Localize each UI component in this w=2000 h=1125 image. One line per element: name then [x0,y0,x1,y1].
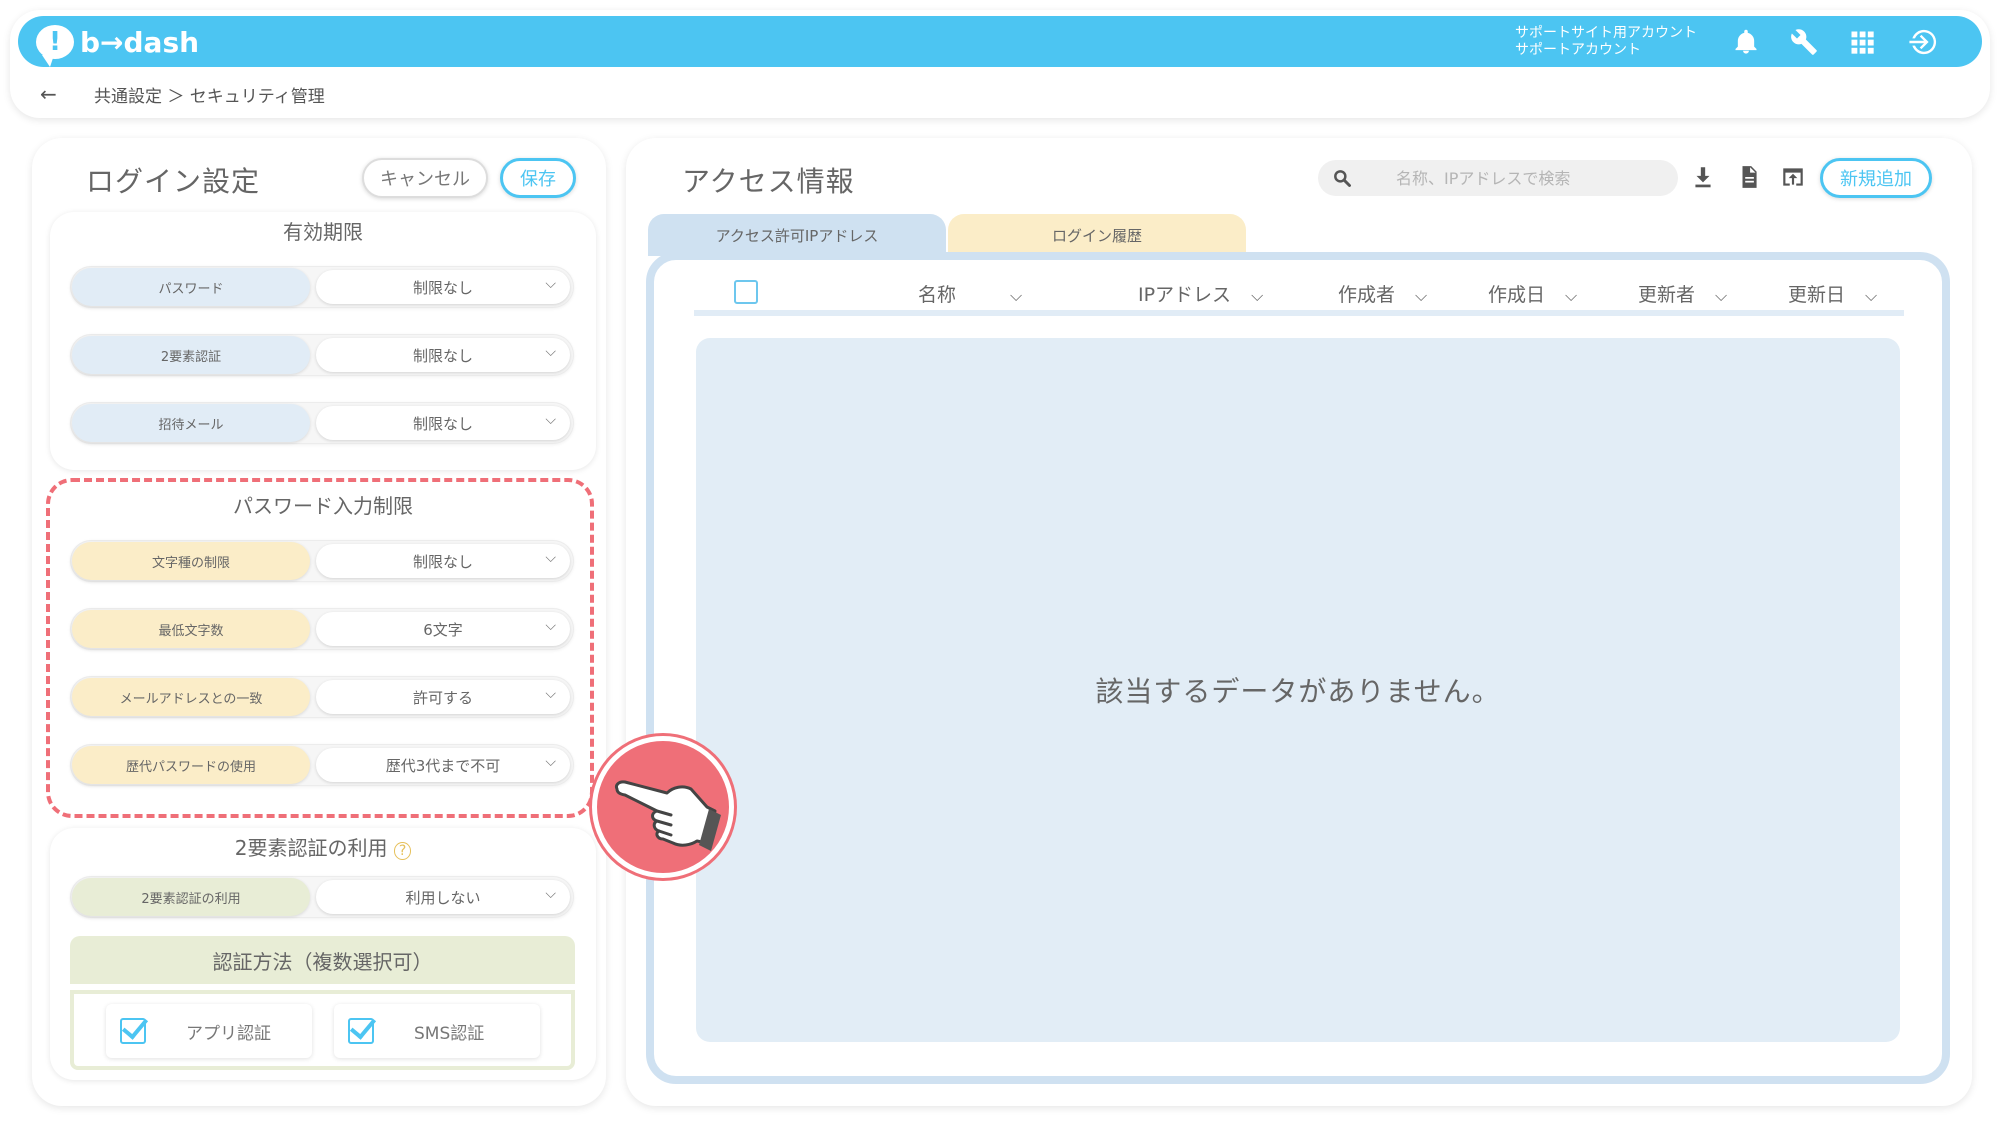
chevron-down-icon: ⌵ [545,276,556,292]
app-auth-checkbox[interactable]: アプリ認証 [106,1004,312,1058]
tab-allowed-ip[interactable]: アクセス許可IPアドレス [648,214,946,256]
account-line-2: サポートアカウント [1515,42,1641,58]
expiry-2fa-select[interactable]: 制限なし ⌵ [316,338,570,372]
table-header: 名称 ⌵ IPアドレス ⌵ 作成者 ⌵ 作成日 ⌵ 更新者 ⌵ 更新日 ⌵ [694,270,1904,316]
cancel-button[interactable]: キャンセル [362,158,488,198]
password-history-row: 歴代パスワードの使用 歴代3代まで不可 ⌵ [70,744,574,786]
min-length-row: 最低文字数 6文字 ⌵ [70,608,574,650]
chevron-down-icon: ⌵ [545,618,556,634]
search-icon [1334,170,1351,187]
email-match-row: メールアドレスとの一致 許可する ⌵ [70,676,574,718]
access-info-title: アクセス情報 [674,160,863,202]
checkbox-checked-icon [348,1018,374,1044]
min-length-select[interactable]: 6文字 ⌵ [316,612,570,646]
download-icon[interactable] [1690,164,1718,192]
column-creator[interactable]: 作成者 ⌵ [1338,280,1427,307]
empty-message: 該当するデータがありません。 [1095,675,1501,708]
chevron-down-icon: ⌵ [1415,286,1428,305]
search-input[interactable] [1396,168,1646,188]
char-type-row: 文字種の制限 制限なし ⌵ [70,540,574,582]
chevron-down-icon: ⌵ [1865,286,1878,305]
chevron-down-icon: ⌵ [1565,286,1578,305]
empty-state: 該当するデータがありません。 [696,338,1900,1042]
chevron-down-icon: ⌵ [1715,286,1728,305]
two-factor-use-row: 2要素認証の利用 利用しない ⌵ [70,876,574,918]
logo-bubble-icon: ! [36,25,74,67]
row-label: 2要素認証の利用 [72,878,310,916]
checkbox-checked-icon [120,1018,146,1044]
two-factor-title: 2要素認証の利用 ? [50,832,596,861]
expiry-2fa-row: 2要素認証 制限なし ⌵ [70,334,574,376]
select-all-checkbox[interactable] [734,280,758,304]
sms-auth-checkbox[interactable]: SMS認証 [334,1004,540,1058]
chevron-down-icon: ⌵ [545,686,556,702]
logo[interactable]: ! b→dash [36,22,200,67]
document-icon[interactable] [1736,164,1764,192]
login-settings-title: ログイン設定 [77,160,269,202]
auth-methods-header: 認証方法（複数選択可） [70,936,575,984]
chevron-down-icon: ⌵ [545,344,556,360]
column-updated-date[interactable]: 更新日 ⌵ [1788,280,1877,307]
two-factor-use-select[interactable]: 利用しない ⌵ [316,880,570,914]
account-line-1: サポートサイト用アカウント [1515,25,1697,41]
chevron-down-icon: ⌵ [1010,286,1023,305]
breadcrumb: ← 共通設定 ＞ セキュリティ管理 [40,82,325,107]
row-label: 2要素認証 [72,336,310,374]
chevron-down-icon: ⌵ [1251,286,1264,305]
chevron-down-icon: ⌵ [545,550,556,566]
account-info[interactable]: サポートサイト用アカウント サポートアカウント [1515,25,1697,59]
password-restriction-title: パスワード入力制限 [50,490,596,519]
expiry-password-row: パスワード 制限なし ⌵ [70,266,574,308]
column-created-date[interactable]: 作成日 ⌵ [1488,280,1577,307]
chevron-down-icon: ⌵ [545,886,556,902]
expiry-section-title: 有効期限 [50,216,596,245]
row-label: 招待メール [72,404,310,442]
save-button[interactable]: 保存 [500,158,576,198]
row-label: パスワード [72,268,310,306]
upload-box-icon[interactable] [1780,164,1808,192]
logo-text: b→dash [80,25,200,59]
email-match-select[interactable]: 許可する ⌵ [316,680,570,714]
help-icon[interactable]: ? [393,842,412,860]
password-history-select[interactable]: 歴代3代まで不可 ⌵ [316,748,570,782]
wrench-icon[interactable] [1788,26,1820,58]
logout-icon[interactable] [1904,26,1944,58]
tab-login-history[interactable]: ログイン履歴 [948,214,1246,256]
breadcrumb-path: 共通設定 ＞ セキュリティ管理 [94,86,325,107]
add-new-button[interactable]: 新規追加 [1820,158,1932,198]
column-updater[interactable]: 更新者 ⌵ [1638,280,1727,307]
column-name[interactable]: 名称 ⌵ [918,280,1022,307]
char-type-select[interactable]: 制限なし ⌵ [316,544,570,578]
row-label: 歴代パスワードの使用 [72,746,310,784]
bell-icon[interactable] [1730,26,1762,58]
row-label: 文字種の制限 [72,542,310,580]
chevron-down-icon: ⌵ [545,754,556,770]
back-arrow-icon[interactable]: ← [40,82,70,106]
expiry-password-select[interactable]: 制限なし ⌵ [316,270,570,304]
grid-icon[interactable] [1846,26,1878,58]
pointing-hand-icon [592,736,734,878]
row-label: 最低文字数 [72,610,310,648]
row-label: メールアドレスとの一致 [72,678,310,716]
column-ip-address[interactable]: IPアドレス ⌵ [1138,280,1263,307]
expiry-invite-mail-row: 招待メール 制限なし ⌵ [70,402,574,444]
expiry-invite-mail-select[interactable]: 制限なし ⌵ [316,406,570,440]
chevron-down-icon: ⌵ [545,412,556,428]
search-bar[interactable] [1318,160,1678,196]
